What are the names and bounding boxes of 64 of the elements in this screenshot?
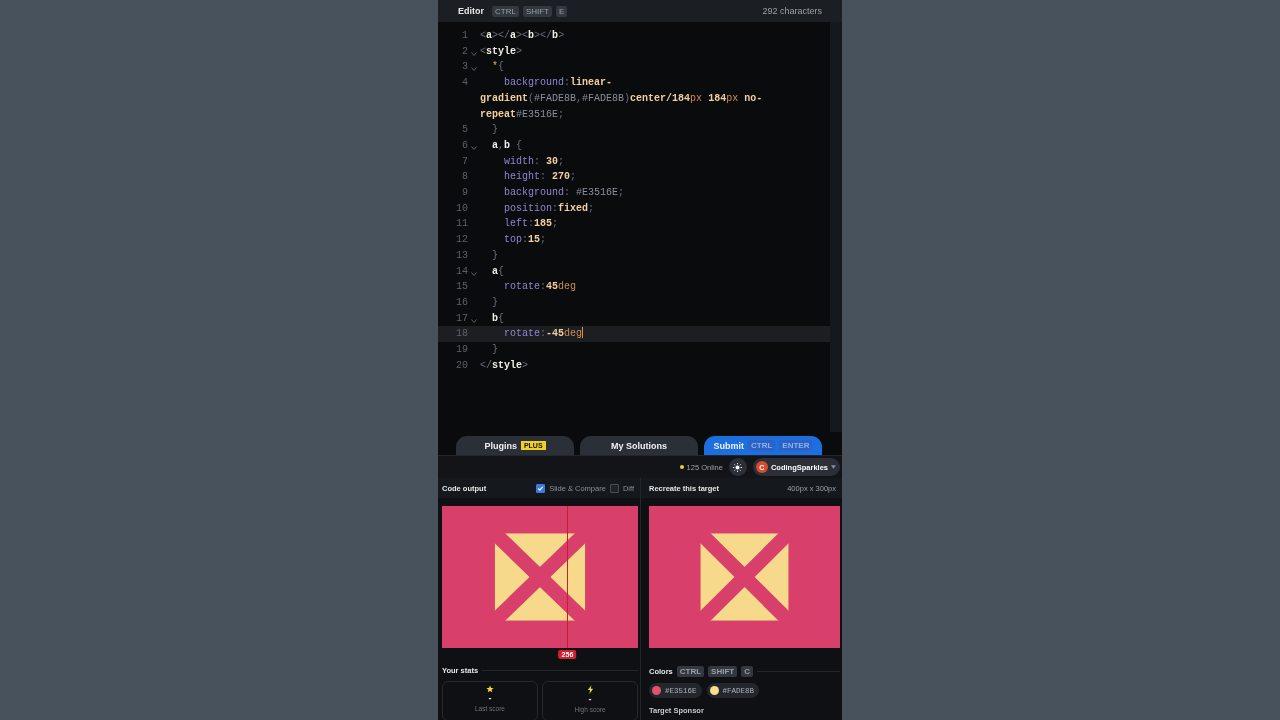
line-number: 8: [461, 170, 468, 185]
line-number: 5: [461, 123, 468, 138]
line-number: 7: [461, 154, 468, 169]
theme-toggle-button[interactable]: [728, 458, 747, 476]
sun-icon: [733, 462, 743, 472]
line-number: 12: [455, 233, 468, 248]
line-number: 9: [461, 186, 468, 201]
star-icon: [486, 685, 494, 693]
line-number: 19: [455, 343, 468, 358]
line-number: 13: [455, 248, 468, 263]
line-number: 18: [455, 327, 468, 342]
line-number: 6: [461, 138, 468, 153]
lightning-bolt-icon: [586, 685, 594, 694]
code-line: b{: [491, 311, 506, 326]
code-line: }: [491, 343, 500, 358]
caret-icon: [831, 465, 836, 469]
line-number: 16: [455, 295, 468, 310]
code-line: <a></a><b></b>: [480, 29, 566, 43]
line-number: 20: [455, 358, 468, 373]
code-line: width: 30;: [503, 154, 566, 169]
line-number: 4: [461, 76, 468, 91]
code-line: left:185;: [503, 217, 560, 232]
fold-chevron-icon[interactable]: [471, 145, 477, 150]
shortcut-key: CTRL: [676, 666, 705, 677]
fold-chevron-icon[interactable]: [471, 271, 477, 276]
code-line: </style>: [480, 358, 530, 373]
compare-divider-handle[interactable]: [567, 506, 569, 648]
code-line: *{: [491, 60, 506, 75]
code-line: rotate:45deg: [503, 280, 578, 295]
code-line: }: [491, 123, 500, 138]
code-line: }: [491, 248, 500, 263]
code-line: height: 270;: [503, 170, 578, 185]
code-line: background: #E3516E;: [503, 186, 626, 201]
shortcut-key: CTRL: [492, 5, 519, 17]
submit-button[interactable]: Submit CTRL ENTER: [704, 436, 822, 455]
line-number: 11: [455, 217, 468, 232]
fold-chevron-icon[interactable]: [471, 51, 477, 56]
editor-title: Editor: [458, 6, 484, 16]
code-line: background:linear-gradient(#FADE8B,#FADE8B)center/184px 184px no-repeat#E3516E;: [480, 76, 764, 122]
line-number: 17: [455, 311, 468, 326]
fold-chevron-icon[interactable]: [471, 318, 477, 323]
code-line: top:15;: [503, 233, 548, 248]
code-line: a{: [491, 264, 506, 279]
shortcut-key: SHIFT: [522, 5, 552, 17]
fold-chevron-icon[interactable]: [471, 67, 477, 72]
shortcut-key: SHIFT: [708, 666, 738, 677]
stat-value: -: [588, 694, 592, 704]
line-number: 2: [461, 44, 468, 59]
line-number: 3: [461, 60, 468, 75]
code-line: position:fixed;: [503, 201, 596, 216]
line-number: 14: [455, 264, 468, 279]
shortcut-key: C: [741, 666, 753, 677]
shortcut-key: E: [556, 5, 568, 17]
code-line: }: [491, 295, 500, 310]
character-count: 292 characters: [762, 6, 822, 16]
code-line: a,b {: [491, 138, 524, 153]
checkmark-icon: [537, 484, 545, 492]
code-line: <style>: [480, 44, 524, 59]
tab-button[interactable]: My Solutions: [580, 436, 698, 455]
stat-value: -: [488, 693, 492, 703]
line-number: 10: [455, 201, 468, 216]
line-number: 15: [455, 280, 468, 295]
code-line: rotate:-45deg: [503, 326, 585, 342]
line-number: 1: [461, 29, 468, 43]
